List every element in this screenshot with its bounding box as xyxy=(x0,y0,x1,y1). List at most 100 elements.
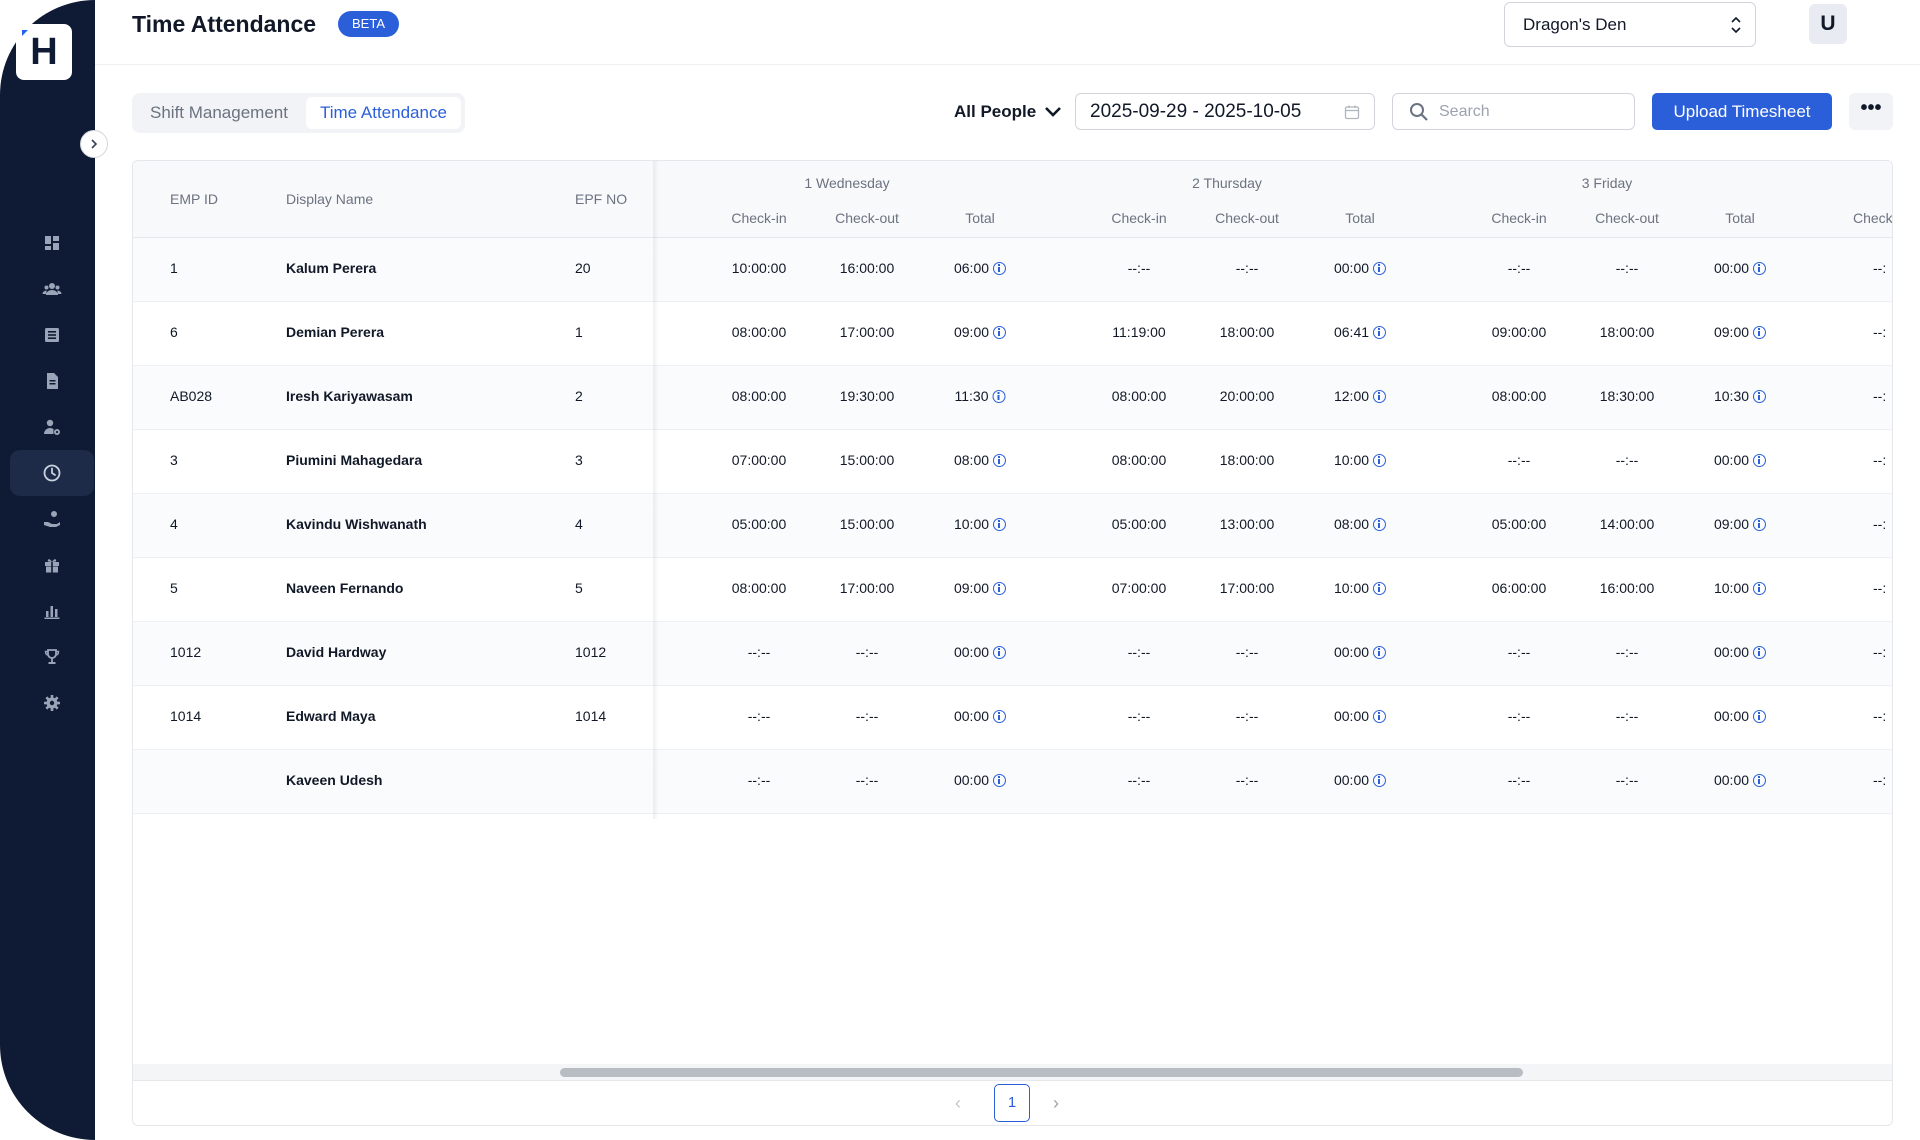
info-icon[interactable] xyxy=(1753,389,1767,403)
sidebar-item-list[interactable] xyxy=(10,312,94,358)
page-number-button[interactable]: 1 xyxy=(994,1084,1030,1122)
info-icon[interactable] xyxy=(1373,773,1387,787)
previous-page-button[interactable]: ‹ xyxy=(955,1093,961,1114)
table-row[interactable]: AB028 Iresh Kariyawasam 2 08:00:00 19:30:00 1… xyxy=(133,366,1892,430)
epf-no-cell: 2 xyxy=(575,388,583,404)
sidebar-item-benefits[interactable] xyxy=(10,542,94,588)
display-name-cell: Iresh Kariyawasam xyxy=(286,388,413,404)
info-icon[interactable] xyxy=(1753,261,1767,275)
sidebar-item-payroll[interactable] xyxy=(10,496,94,542)
epf-no-cell: 3 xyxy=(575,452,583,468)
info-icon[interactable] xyxy=(993,453,1007,467)
total-cell: 06:00 xyxy=(954,260,1007,276)
info-icon[interactable] xyxy=(993,709,1007,723)
sidebar-item-reports[interactable] xyxy=(10,588,94,634)
more-options-button[interactable]: ••• xyxy=(1849,93,1893,130)
info-icon[interactable] xyxy=(1373,517,1387,531)
date-range-picker[interactable]: 2025-09-29 - 2025-10-05 xyxy=(1075,93,1375,130)
sidebar-item-time-attendance[interactable] xyxy=(10,450,94,496)
total-cell-value: 09:00 xyxy=(1713,516,1750,532)
total-cell: 08:00 xyxy=(954,452,1007,468)
info-icon[interactable] xyxy=(1753,581,1767,595)
user-avatar[interactable]: U xyxy=(1809,4,1847,44)
info-icon[interactable] xyxy=(1753,325,1767,339)
table-row[interactable]: 1 Kalum Perera 20 10:00:00 16:00:00 06:00 --:-… xyxy=(133,238,1892,302)
sidebar-item-people[interactable] xyxy=(10,266,94,312)
check-in-cell: --:-- xyxy=(747,644,771,660)
info-icon[interactable] xyxy=(993,581,1007,595)
check-out-cell: 15:00:00 xyxy=(839,516,895,532)
tab-time-attendance[interactable]: Time Attendance xyxy=(305,97,461,129)
info-icon[interactable] xyxy=(1753,453,1767,467)
horizontal-scrollbar[interactable] xyxy=(133,1064,1892,1080)
table-row[interactable]: 3 Piumini Mahagedara 3 07:00:00 15:00:00 08:0… xyxy=(133,430,1892,494)
sidebar-item-dashboard[interactable] xyxy=(10,220,94,266)
info-icon[interactable] xyxy=(993,773,1007,787)
info-icon[interactable] xyxy=(993,261,1007,275)
emp-id-cell: 1014 xyxy=(170,708,202,724)
table-row[interactable]: 1012 David Hardway 1012 --:-- --:-- 00:00 --:-… xyxy=(133,622,1892,686)
sidebar-item-settings[interactable] xyxy=(10,680,94,726)
sidebar-item-user-settings[interactable] xyxy=(10,404,94,450)
next-page-button[interactable]: › xyxy=(1053,1093,1059,1114)
info-icon[interactable] xyxy=(1373,581,1387,595)
total-cell: 10:30 xyxy=(1713,388,1767,404)
total-cell-value: 00:00 xyxy=(1713,644,1750,660)
sidebar-item-awards[interactable] xyxy=(10,634,94,680)
display-name-cell: Kalum Perera xyxy=(286,260,377,276)
sidebar-item-documents[interactable] xyxy=(10,358,94,404)
table-row[interactable]: 4 Kavindu Wishwanath 4 05:00:00 15:00:00 10:0… xyxy=(133,494,1892,558)
table-row[interactable]: 5 Naveen Fernando 5 08:00:00 17:00:00 09:00 07… xyxy=(133,558,1892,622)
info-icon[interactable] xyxy=(993,325,1007,339)
organization-select[interactable]: Dragon's Den xyxy=(1504,2,1756,47)
view-tabs: Shift Management Time Attendance xyxy=(132,93,465,133)
search-input[interactable] xyxy=(1439,100,1619,124)
table-row[interactable]: 6 Demian Perera 1 08:00:00 17:00:00 09:00 11:1… xyxy=(133,302,1892,366)
document-icon xyxy=(47,373,58,389)
info-icon[interactable] xyxy=(1373,261,1387,275)
total-cell-value: 10:00 xyxy=(953,516,990,532)
total-cell: 06:41 xyxy=(1334,324,1387,340)
bar-chart-icon xyxy=(44,606,60,619)
info-icon[interactable] xyxy=(993,645,1007,659)
total-cell: 00:00 xyxy=(954,708,1007,724)
check-out-cell: --:-- xyxy=(1615,708,1639,724)
info-icon[interactable] xyxy=(1753,645,1767,659)
info-icon[interactable] xyxy=(1373,325,1387,339)
people-filter-dropdown[interactable]: All People xyxy=(954,97,1062,127)
display-name-cell: Demian Perera xyxy=(286,324,385,340)
check-in-cell: 08:00:00 xyxy=(1111,452,1167,468)
info-icon[interactable] xyxy=(1753,773,1767,787)
search-box xyxy=(1392,93,1635,130)
table-row[interactable]: Kaveen Udesh --:-- --:-- 00:00 --:-- --:-- 00:… xyxy=(133,750,1892,814)
total-cell: 12:00 xyxy=(1334,388,1387,404)
pagination: ‹ 1 › xyxy=(133,1080,1892,1125)
info-icon[interactable] xyxy=(1373,389,1387,403)
total-cell-value: 10:30 xyxy=(1713,388,1750,404)
column-check-out: Check-out xyxy=(835,210,899,226)
column-check-out: Check-out xyxy=(1215,210,1279,226)
column-epf-no: EPF NO xyxy=(575,191,628,207)
info-icon[interactable] xyxy=(992,389,1006,403)
info-icon[interactable] xyxy=(1373,645,1387,659)
upload-timesheet-button[interactable]: Upload Timesheet xyxy=(1652,93,1832,130)
sidebar-expand-button[interactable] xyxy=(80,130,108,158)
check-in-cell: --:-- xyxy=(1127,708,1151,724)
total-cell-value: 00:00 xyxy=(1333,644,1370,660)
info-icon[interactable] xyxy=(1373,709,1387,723)
info-icon[interactable] xyxy=(1373,453,1387,467)
info-icon[interactable] xyxy=(1753,517,1767,531)
total-cell-value: 10:00 xyxy=(1333,452,1370,468)
scrollbar-thumb[interactable] xyxy=(560,1068,1523,1077)
total-cell: 10:00 xyxy=(1714,580,1767,596)
info-icon[interactable] xyxy=(1753,709,1767,723)
app-logo[interactable]: H xyxy=(16,24,72,80)
check-out-cell: 13:00:00 xyxy=(1219,516,1275,532)
table-row[interactable]: 1014 Edward Maya 1014 --:-- --:-- 00:00 --:-- -… xyxy=(133,686,1892,750)
total-cell-value: 09:00 xyxy=(953,580,990,596)
column-check-in-partial: Check xyxy=(1853,210,1893,226)
check-out-cell: --:-- xyxy=(1235,772,1259,788)
info-icon[interactable] xyxy=(993,517,1007,531)
people-filter-label: All People xyxy=(954,102,1037,121)
tab-shift-management[interactable]: Shift Management xyxy=(136,97,302,129)
